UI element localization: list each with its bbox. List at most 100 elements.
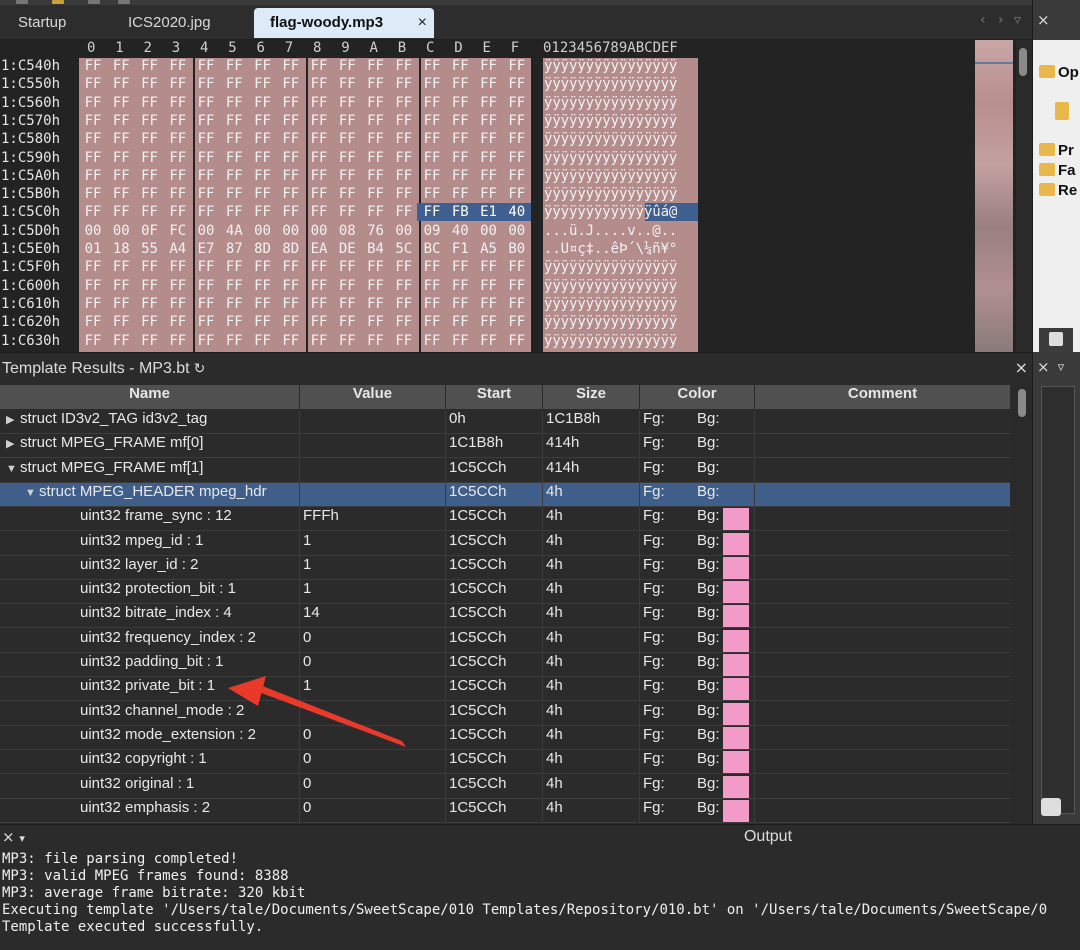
hex-byte[interactable]: FF [221,112,247,130]
hex-row[interactable]: 1:C5A0h FF FF FF FF FF FF FF FF FF FF FF FF FF FF FF FF ÿ… [0,167,700,185]
hex-byte[interactable]: FF [306,332,332,350]
scrollbar-thumb[interactable] [1018,389,1026,417]
table-row[interactable]: ▶ struct MPEG_FRAME mf[0] 1C1B8h 414h Fg: Bg: [0,434,1010,459]
hex-byte[interactable]: FF [419,185,445,203]
cell-fg[interactable]: Fg: [643,604,695,628]
hex-byte[interactable]: FF [108,332,134,350]
panel-item-favorites[interactable]: Fa [1039,162,1076,179]
chevron-down-icon[interactable]: ▿ [1058,360,1065,375]
hex-byte[interactable]: FF [108,167,134,185]
hex-byte[interactable]: FF [250,258,276,276]
hex-byte[interactable]: FF [419,167,445,185]
hex-byte[interactable]: 00 [108,222,134,240]
hex-byte[interactable]: FF [278,112,304,130]
hex-byte[interactable]: FF [250,313,276,331]
hex-byte[interactable]: FF [363,277,389,295]
table-row[interactable]: ▶ struct ID3v2_TAG id3v2_tag 0h 1C1B8h Fg: Bg… [0,410,1010,434]
hex-byte[interactable]: FF [334,167,360,185]
hex-byte[interactable]: FF [447,258,473,276]
hex-byte[interactable]: 87 [221,240,247,258]
hex-byte[interactable]: FF [306,130,332,148]
column-header-color[interactable]: Color [640,385,755,409]
hex-byte[interactable]: FF [504,258,530,276]
column-header-size[interactable]: Size [543,385,640,409]
hex-byte[interactable]: FF [221,75,247,93]
folder-icon[interactable] [52,0,64,4]
hex-byte[interactable]: FF [363,57,389,75]
color-swatch[interactable] [723,532,749,555]
hex-byte[interactable]: 00 [306,222,332,240]
hex-byte[interactable]: FF [476,295,502,313]
hex-byte[interactable]: FF [278,130,304,148]
hex-byte[interactable]: FF [137,149,163,167]
hex-byte[interactable]: FF [419,258,445,276]
hex-byte[interactable]: FF [504,112,530,130]
column-header-start[interactable]: Start [446,385,543,409]
column-header-name[interactable]: Name [0,385,300,409]
table-row[interactable]: uint32 mpeg_id : 1 1 1C5CCh 4h Fg: Bg: [0,531,1010,556]
scrollbar-thumb[interactable] [1019,48,1027,76]
hex-byte[interactable]: FF [476,313,502,331]
hex-byte[interactable]: F1 [447,240,473,258]
hex-ascii[interactable]: ÿÿÿÿÿÿÿÿÿÿÿÿÿÿÿÿ [544,185,677,203]
hex-byte[interactable]: FF [80,313,106,331]
hex-byte[interactable]: FF [306,112,332,130]
hex-row[interactable]: 1:C590h FF FF FF FF FF FF FF FF FF FF FF FF FF FF FF FF ÿ… [0,149,700,167]
panel-item-open[interactable]: Op [1039,64,1079,81]
color-swatch[interactable] [723,556,749,579]
expand-triangle-icon[interactable]: ▼ [25,487,39,499]
hex-byte[interactable]: FF [108,277,134,295]
hex-byte[interactable]: FF [306,203,332,221]
hex-byte[interactable]: 8D [278,240,304,258]
cell-fg[interactable]: Fg: [643,702,695,726]
hex-byte[interactable]: FF [80,277,106,295]
hex-row[interactable]: 1:C5D0h 00 00 0F FC 00 4A 00 00 00 08 76 00 09 40 00 00.… [0,222,700,240]
search-icon[interactable] [1041,798,1061,816]
hex-byte[interactable]: FF [80,149,106,167]
hex-byte[interactable]: FF [250,277,276,295]
hex-row[interactable]: 1:C630h FF FF FF FF FF FF FF FF FF FF FF FF FF FF FF FF ÿ… [0,332,700,350]
hex-byte[interactable]: FF [363,313,389,331]
hex-byte[interactable]: FF [80,57,106,75]
hex-byte[interactable]: FF [165,130,191,148]
hex-byte[interactable]: FF [419,57,445,75]
hex-row[interactable]: 1:C5C0h FF FF FF FF FF FF FF FF FF FF FF FF FF FB E1 40 ÿ… [0,203,700,222]
hex-byte[interactable]: FF [363,203,389,221]
hex-byte[interactable]: FF [278,332,304,350]
hex-byte[interactable]: FF [391,295,417,313]
hex-byte[interactable]: FF [447,75,473,93]
cell-fg[interactable]: Fg: [643,507,695,531]
hex-byte[interactable]: FF [108,149,134,167]
hex-byte[interactable]: FF [137,185,163,203]
hex-byte[interactable]: FF [108,130,134,148]
hex-byte[interactable]: A4 [165,240,191,258]
hex-row[interactable]: 1:C560h FF FF FF FF FF FF FF FF FF FF FF FF FF FF FF FF ÿ… [0,94,700,112]
expand-triangle-icon[interactable]: ▼ [6,463,20,475]
hex-row[interactable]: 1:C610h FF FF FF FF FF FF FF FF FF FF FF FF FF FF FF FF ÿ… [0,295,700,313]
hex-byte[interactable]: FF [391,185,417,203]
hex-byte[interactable]: FF [504,277,530,295]
hex-byte[interactable]: FF [165,203,191,221]
hex-byte[interactable]: FF [476,149,502,167]
cell-fg[interactable]: Fg: [643,580,695,604]
hex-byte[interactable]: FF [391,203,417,221]
cell-fg[interactable]: Fg: [643,750,695,774]
hex-byte[interactable]: FF [193,295,219,313]
hex-byte[interactable]: FF [221,332,247,350]
hex-byte[interactable]: FF [80,185,106,203]
hex-byte[interactable]: FF [250,112,276,130]
close-icon[interactable]: × [1015,353,1028,383]
hex-byte[interactable]: FF [419,112,445,130]
cell-fg[interactable]: Fg: [643,677,695,701]
hex-byte[interactable]: FF [334,149,360,167]
hex-byte[interactable]: FF [221,203,247,221]
hex-row[interactable]: 1:C5E0h 01 18 55 A4 E7 87 8D 8D EA DE B4 5C BC F1 A5 B0.… [0,240,700,258]
table-row[interactable]: uint32 original : 1 0 1C5CCh 4h Fg: Bg: [0,774,1010,799]
hex-byte[interactable]: BC [419,240,445,258]
hex-byte[interactable]: FF [363,258,389,276]
hex-byte[interactable]: 00 [250,222,276,240]
hex-byte[interactable]: 09 [419,222,445,240]
save-icon[interactable] [88,0,100,4]
hex-byte[interactable]: FF [476,277,502,295]
hex-byte[interactable]: FF [165,332,191,350]
